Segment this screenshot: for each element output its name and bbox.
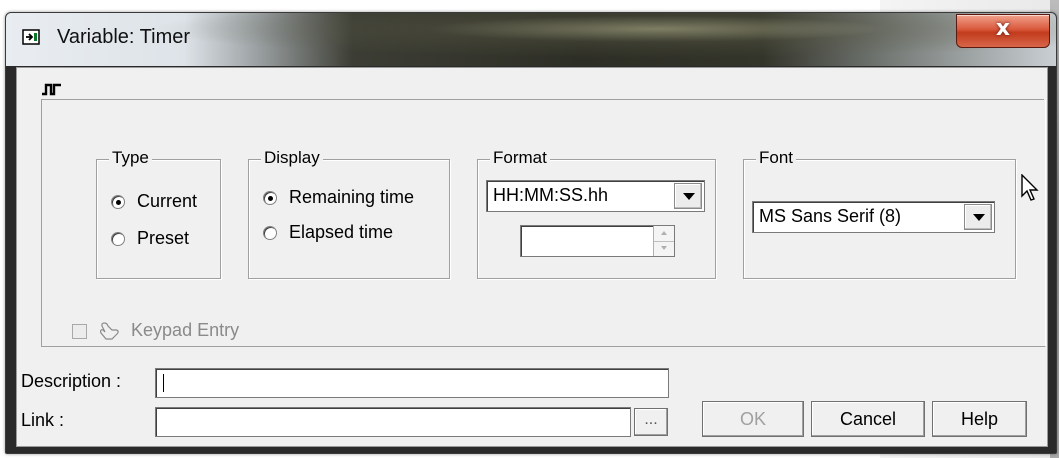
keypad-checkbox-box[interactable] [72,323,87,339]
chevron-down-icon[interactable] [674,183,702,209]
type-group-title: Type [109,148,152,168]
close-button[interactable]: x [956,14,1050,48]
font-select-value: MS Sans Serif (8) [759,206,902,226]
description-label: Description : [21,371,122,391]
window-title: Variable: Timer [57,26,191,48]
dialog-client-area: Type Current Preset Display Remaining ti… [16,67,1048,447]
display-elapsed-option[interactable]: Elapsed time [263,222,393,243]
display-remaining-label: Remaining time [289,187,415,207]
description-input[interactable] [155,368,669,398]
font-group: Font MS Sans Serif (8) [743,148,1016,279]
cancel-button[interactable]: Cancel [811,401,925,437]
type-preset-label: Preset [137,228,190,248]
keypad-entry-label: Keypad Entry [131,320,240,340]
link-input[interactable] [155,407,631,437]
type-preset-option[interactable]: Preset [111,228,189,249]
type-preset-radio[interactable] [111,232,125,247]
help-button[interactable]: Help [932,401,1027,437]
format-group-title: Format [490,148,550,168]
timer-pulse-icon[interactable] [41,82,63,96]
font-group-title: Font [756,148,797,168]
link-label: Link : [21,410,65,430]
format-select[interactable]: HH:MM:SS.hh [486,180,705,212]
ok-button[interactable]: OK [702,401,804,437]
title-bar[interactable]: Variable: Timer x [6,13,1056,66]
keypad-entry-checkbox[interactable]: Keypad Entry [72,320,239,341]
close-icon: x [995,16,1011,41]
format-select-value: HH:MM:SS.hh [493,185,609,205]
browse-button[interactable]: ... [634,408,668,436]
settings-panel: Type Current Preset Display Remaining ti… [41,100,1046,347]
display-group-title: Display [261,148,323,168]
dialog-window: Variable: Timer x Type Current Preset Di [5,12,1057,454]
hand-pointer-icon [100,322,119,340]
format-group: Format HH:MM:SS.hh [477,148,716,279]
type-current-radio[interactable] [111,195,125,210]
type-group: Type Current Preset [96,148,221,279]
mouse-pointer-icon [1021,174,1039,201]
display-remaining-option[interactable]: Remaining time [263,187,414,208]
spin-up-icon[interactable] [654,226,674,242]
text-caret [163,374,164,392]
type-current-label: Current [137,191,198,211]
type-current-option[interactable]: Current [111,191,197,212]
display-remaining-radio[interactable] [263,191,277,206]
display-elapsed-radio[interactable] [263,226,277,241]
display-group: Display Remaining time Elapsed time [248,148,450,279]
window-icon [22,29,40,45]
display-elapsed-label: Elapsed time [289,222,394,242]
decimals-spinner[interactable] [520,225,675,257]
spin-down-icon[interactable] [654,241,674,256]
font-select[interactable]: MS Sans Serif (8) [752,201,995,233]
spinner-buttons [653,226,674,256]
chevron-down-icon[interactable] [964,204,992,230]
